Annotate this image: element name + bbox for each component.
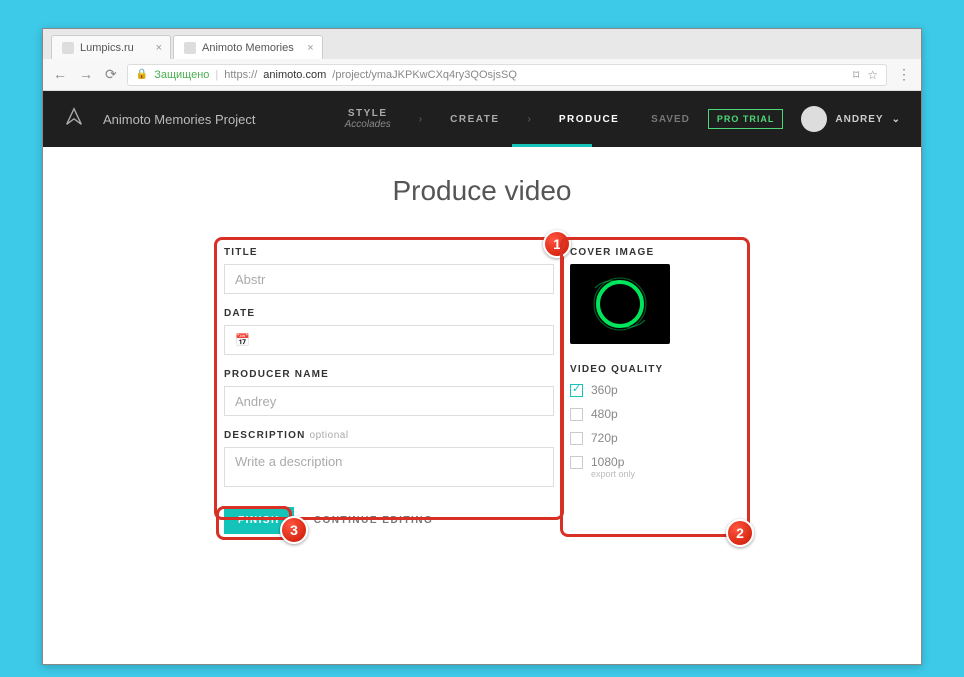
project-name: Animoto Memories Project <box>103 112 255 127</box>
url-prefix: https:// <box>224 69 257 81</box>
form-panel: TITLE Abstr DATE 📅 PRODUCER NAME Andrey … <box>224 247 554 534</box>
annotation-badge-2: 2 <box>726 519 754 547</box>
date-label: DATE <box>224 308 554 319</box>
title-input[interactable]: Abstr <box>224 264 554 294</box>
star-icon[interactable]: ☆ <box>867 68 878 82</box>
continue-editing-button[interactable]: CONTINUE EDITING <box>314 515 434 526</box>
reload-icon[interactable]: ⟳ <box>105 66 117 83</box>
favicon <box>62 42 74 54</box>
tab-title: Lumpics.ru <box>80 42 134 54</box>
chevron-right-icon: › <box>419 114 422 125</box>
avatar <box>801 106 827 132</box>
url-host: animoto.com <box>263 69 326 81</box>
producer-label: PRODUCER NAME <box>224 369 554 380</box>
chevron-down-icon: ⌄ <box>892 114 901 125</box>
user-menu[interactable]: ANDREY ⌄ <box>801 106 901 132</box>
pro-trial-badge[interactable]: PRO TRIAL <box>708 109 784 129</box>
quality-option-1080p[interactable]: 1080pexport only <box>570 455 740 479</box>
url-input[interactable]: 🔒 Защищено | https://animoto.com/project… <box>127 64 887 86</box>
tab-strip: Lumpics.ru × Animoto Memories × <box>43 29 921 59</box>
form-actions: FINISH CONTINUE EDITING <box>224 507 554 534</box>
quality-option-480p[interactable]: 480p <box>570 407 740 421</box>
browser-window: Lumpics.ru × Animoto Memories × ← → ⟳ 🔒 … <box>42 28 922 665</box>
side-panel: COVER IMAGE VIDEO QUALITY 360p 480p 720p… <box>570 247 740 534</box>
quality-option-720p[interactable]: 720p <box>570 431 740 445</box>
app-header: Animoto Memories Project STYLE Accolades… <box>43 91 921 147</box>
cover-image-thumbnail[interactable] <box>570 264 670 344</box>
user-name: ANDREY <box>835 114 883 125</box>
description-input[interactable]: Write a description <box>224 447 554 487</box>
close-icon[interactable]: × <box>156 42 162 54</box>
page-content: Produce video TITLE Abstr DATE 📅 PRODUCE… <box>43 147 921 664</box>
title-label: TITLE <box>224 247 554 258</box>
wizard-steps: STYLE Accolades › CREATE › PRODUCE <box>345 108 620 130</box>
browser-tab-lumpics[interactable]: Lumpics.ru × <box>51 35 171 59</box>
page-title: Produce video <box>43 175 921 207</box>
secure-label: Защищено <box>154 69 209 81</box>
lock-icon: 🔒 <box>136 69 148 80</box>
animoto-logo-icon[interactable] <box>63 106 85 133</box>
step-style[interactable]: STYLE Accolades <box>345 108 391 130</box>
producer-input[interactable]: Andrey <box>224 386 554 416</box>
checkbox-icon <box>570 432 583 445</box>
quality-option-360p[interactable]: 360p <box>570 383 740 397</box>
translate-icon[interactable]: ⌑ <box>853 68 859 82</box>
back-icon[interactable]: ← <box>53 66 67 83</box>
menu-icon[interactable]: ⋮ <box>897 66 911 83</box>
tab-title: Animoto Memories <box>202 42 294 54</box>
chevron-right-icon: › <box>528 114 531 125</box>
step-create[interactable]: CREATE <box>450 114 499 125</box>
finish-button[interactable]: FINISH <box>224 507 294 534</box>
checkbox-icon <box>570 408 583 421</box>
video-quality-label: VIDEO QUALITY <box>570 364 740 375</box>
calendar-icon: 📅 <box>235 333 250 347</box>
browser-tab-animoto[interactable]: Animoto Memories × <box>173 35 323 59</box>
close-icon[interactable]: × <box>307 42 313 54</box>
active-step-indicator <box>512 144 592 147</box>
address-bar: ← → ⟳ 🔒 Защищено | https://animoto.com/p… <box>43 59 921 91</box>
url-path: /project/ymaJKPKwCXq4ry3QOsjsSQ <box>332 69 517 81</box>
forward-icon[interactable]: → <box>79 66 93 83</box>
saved-status: SAVED <box>651 114 690 125</box>
description-label: DESCRIPTION optional <box>224 430 554 441</box>
date-input[interactable]: 📅 <box>224 325 554 355</box>
checkbox-icon <box>570 384 583 397</box>
step-produce[interactable]: PRODUCE <box>559 114 620 125</box>
cover-image-label: COVER IMAGE <box>570 247 740 258</box>
favicon <box>184 42 196 54</box>
checkbox-icon <box>570 456 583 469</box>
